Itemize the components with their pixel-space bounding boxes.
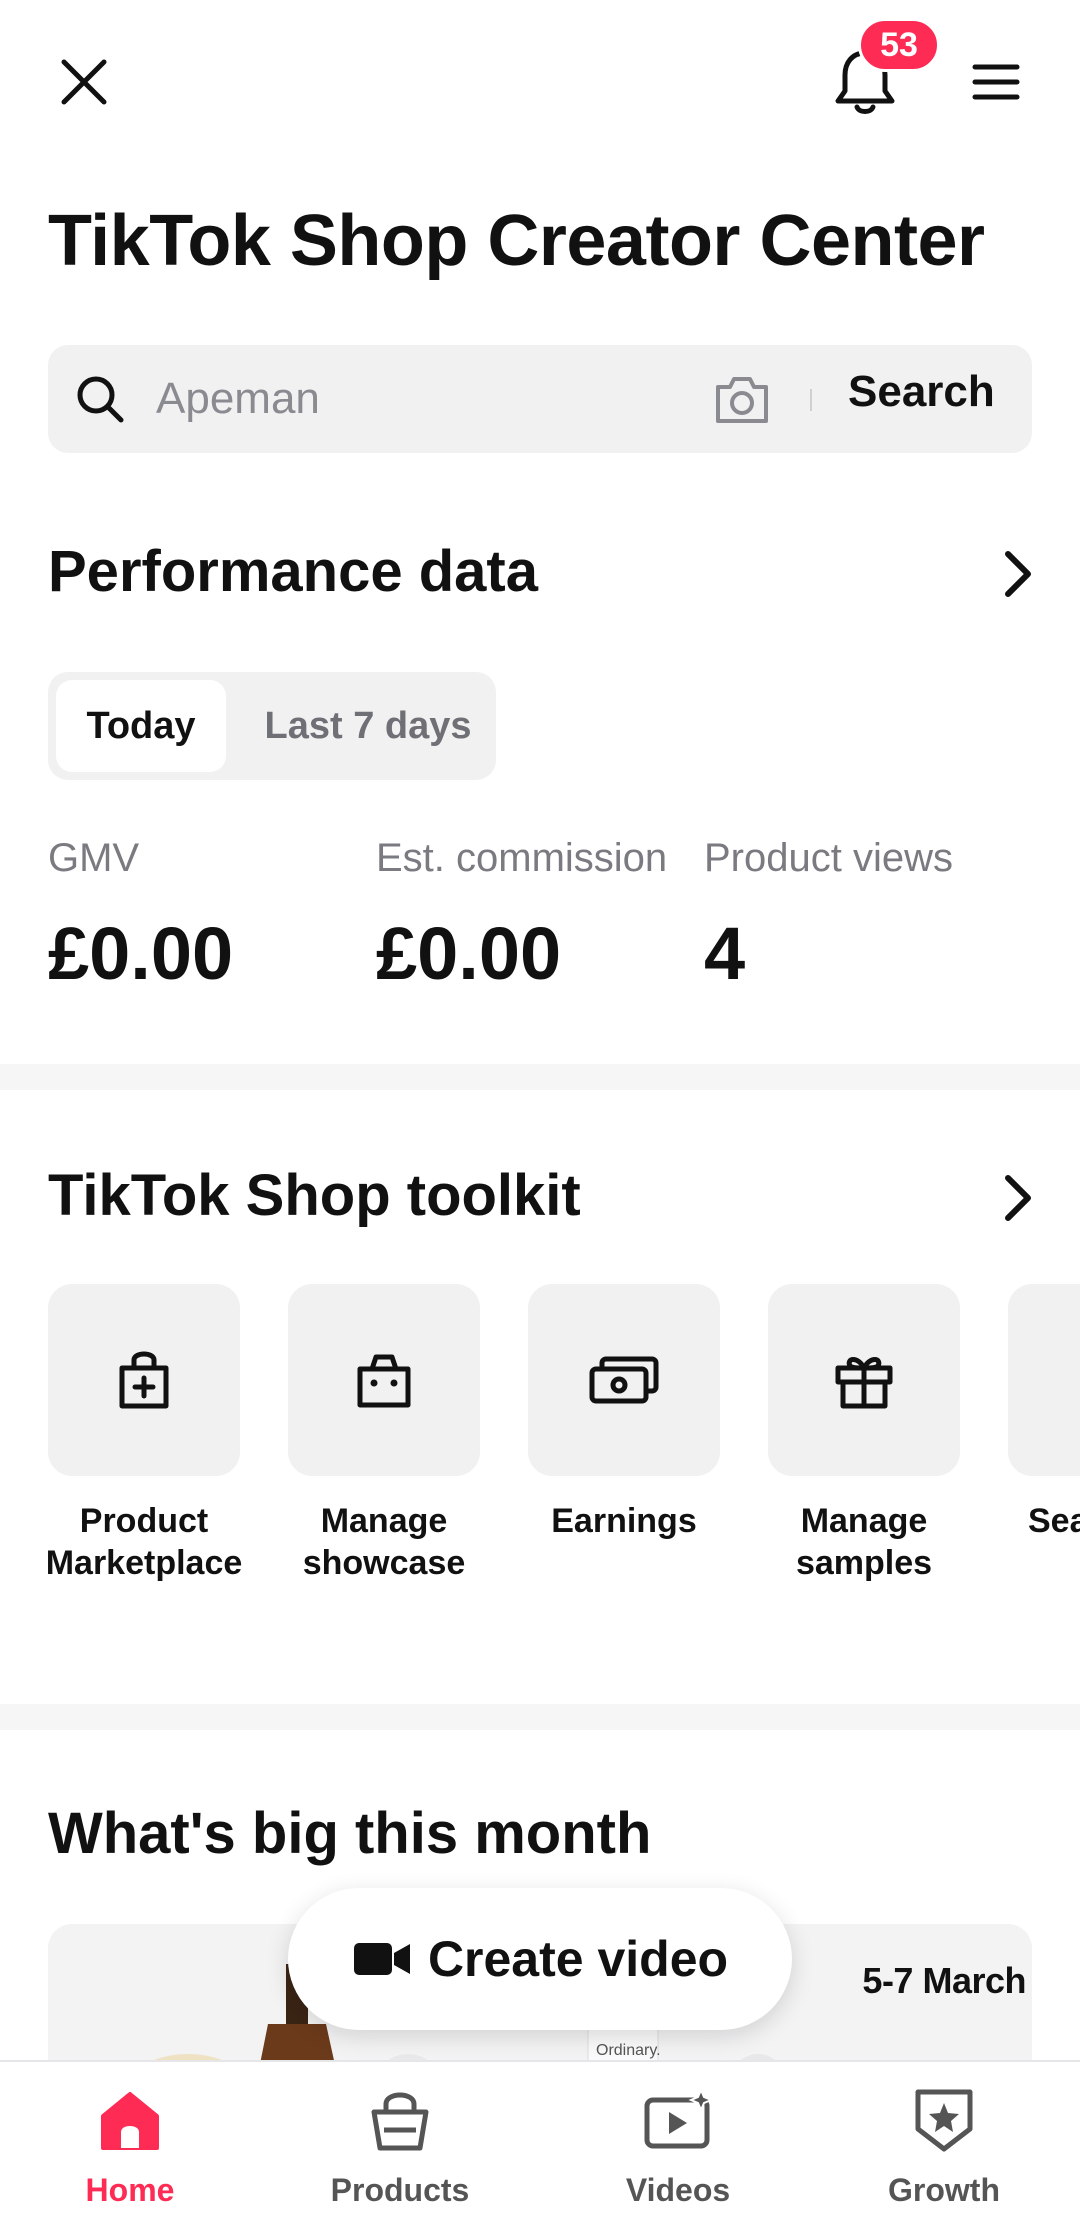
toolkit-card[interactable] <box>288 1284 480 1476</box>
search-icon <box>77 376 124 423</box>
toolkit-section-title: TikTok Shop toolkit <box>48 1163 581 1228</box>
metric-value: £0.00 <box>48 912 234 995</box>
metric-value: 4 <box>704 912 746 995</box>
video-sparkle-icon <box>644 2088 713 2149</box>
toolkit-item-earnings[interactable]: Earnings <box>528 1284 720 1542</box>
basket-icon <box>371 2092 429 2151</box>
tab-last-7-days[interactable]: Last 7 days <box>248 680 488 772</box>
promo-brand-text: Ordinary. <box>596 2042 661 2059</box>
toolkit-label: Manage showcase <box>302 1502 466 1582</box>
menu-icon <box>972 64 1020 100</box>
star-shield-icon <box>915 2089 973 2152</box>
toolkit-card[interactable] <box>48 1284 240 1476</box>
nav-label: Products <box>330 2172 470 2208</box>
toolkit-label: Manage samples <box>795 1502 933 1582</box>
nav-label: Videos <box>625 2172 731 2208</box>
home-icon <box>101 2092 159 2150</box>
metric-label: GMV <box>48 836 140 880</box>
metric-est-commission: Est. commission £0.00 <box>376 836 667 996</box>
page-title: TikTok Shop Creator Center <box>48 201 985 281</box>
nav-label: Growth <box>888 2172 1000 2208</box>
toolkit-item-partial[interactable]: Sea... in... <box>1008 1284 1080 1542</box>
notification-badge: 53 <box>858 18 940 72</box>
metric-gmv: GMV £0.00 <box>48 836 233 996</box>
nav-item-home[interactable]: Home <box>20 2078 240 2209</box>
section-divider <box>0 1064 1080 1090</box>
toolkit-item-manage-samples[interactable]: Manage samples <box>768 1284 960 1584</box>
big-this-month-title: What's big this month <box>48 1801 652 1866</box>
partial-icon <box>1072 1348 1080 1412</box>
close-icon <box>61 59 107 105</box>
toolkit-label: Sea... in... <box>1028 1502 1080 1540</box>
toolkit-card[interactable] <box>1008 1284 1080 1476</box>
nav-label: Home <box>85 2172 175 2208</box>
toolkit-label: Product Marketplace <box>45 1502 243 1582</box>
video-camera-icon <box>353 1943 410 1975</box>
toolkit-label: Earnings <box>551 1502 697 1540</box>
toolkit-card[interactable] <box>528 1284 720 1476</box>
chevron-right-icon <box>1005 1175 1031 1221</box>
create-video-button[interactable]: Create video <box>288 1888 792 2030</box>
toolkit-item-product-marketplace[interactable]: Product Marketplace <box>46 1284 242 1584</box>
search-input[interactable] <box>156 363 716 435</box>
camera-icon[interactable] <box>712 371 772 427</box>
nav-item-videos[interactable]: Videos <box>568 2078 788 2209</box>
toolkit-item-manage-showcase[interactable]: Manage showcase <box>288 1284 480 1584</box>
promo-date: 5-7 March <box>862 1960 1026 2001</box>
search-button[interactable]: Search <box>848 367 995 417</box>
menu-button[interactable] <box>956 42 1036 122</box>
metric-label: Est. commission <box>376 836 668 880</box>
shopping-bag-icon <box>357 1354 411 1408</box>
date-range-toggle: Today Last 7 days <box>48 672 496 780</box>
gift-icon <box>835 1357 893 1409</box>
toolkit-more-button[interactable] <box>990 1170 1046 1226</box>
metric-product-views: Product views 4 <box>704 836 953 996</box>
toolkit-card[interactable] <box>768 1284 960 1476</box>
performance-more-button[interactable] <box>990 546 1046 602</box>
search-bar[interactable]: Search <box>48 345 1032 453</box>
bag-plus-icon <box>119 1351 169 1409</box>
create-video-label: Create video <box>427 1931 729 1987</box>
creator-center-page: 53 TikTok Shop Creator Center Search Per… <box>0 0 1080 2240</box>
close-button[interactable] <box>44 42 124 122</box>
bottom-nav: Home Products Videos Growth <box>0 2060 1080 2240</box>
nav-item-growth[interactable]: Growth <box>834 2078 1054 2209</box>
section-divider <box>0 1704 1080 1730</box>
nav-item-products[interactable]: Products <box>290 2078 510 2209</box>
tab-today[interactable]: Today <box>56 680 226 772</box>
search-divider <box>810 389 812 411</box>
top-bar: 53 <box>0 0 1080 160</box>
metric-value: £0.00 <box>376 912 562 995</box>
chevron-right-icon <box>1005 551 1031 597</box>
metric-label: Product views <box>704 836 953 880</box>
cash-icon <box>589 1356 659 1404</box>
performance-section-title: Performance data <box>48 539 538 604</box>
